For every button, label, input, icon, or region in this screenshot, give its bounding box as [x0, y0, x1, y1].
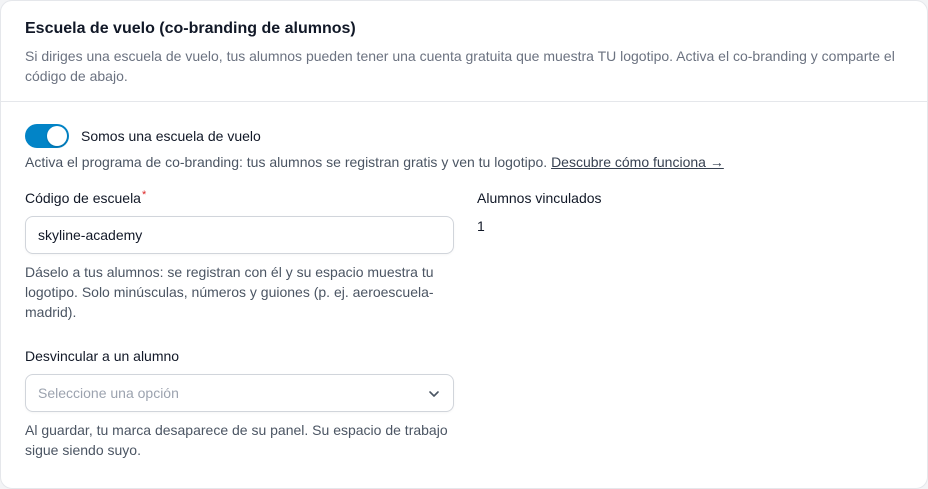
left-column: Código de escuela* Dáselo a tus alumnos:… — [25, 188, 454, 460]
unlink-student-select[interactable]: Seleccione una opción — [25, 374, 454, 412]
select-placeholder: Seleccione una opción — [38, 385, 179, 401]
school-code-label: Código de escuela* — [25, 188, 454, 208]
school-code-label-text: Código de escuela — [25, 190, 141, 206]
toggle-label: Somos una escuela de vuelo — [81, 128, 261, 144]
required-mark: * — [141, 189, 147, 201]
flight-school-toggle-row: Somos una escuela de vuelo — [25, 124, 903, 148]
right-column: Alumnos vinculados 1 — [477, 188, 877, 236]
linked-students-label: Alumnos vinculados — [477, 190, 602, 206]
section-title: Escuela de vuelo (co-branding de alumnos… — [25, 20, 356, 37]
flight-school-settings-card: Escuela de vuelo (co-branding de alumnos… — [0, 0, 928, 489]
toggle-help-text: Activa el programa de co-branding: tus a… — [25, 154, 548, 170]
chevron-down-icon — [429, 391, 439, 397]
unlink-student-help: Al guardar, tu marca desaparece de su pa… — [25, 422, 448, 458]
unlink-student-field: Desvincular a un alumno Seleccione una o… — [25, 346, 454, 460]
linked-students-count: 1 — [477, 218, 485, 234]
card-body: Somos una escuela de vuelo Activa el pro… — [1, 102, 927, 488]
toggle-help: Activa el programa de co-branding: tus a… — [25, 152, 903, 172]
card-header: Escuela de vuelo (co-branding de alumnos… — [1, 1, 927, 102]
learn-how-link[interactable]: Descubre cómo funciona → — [551, 154, 724, 170]
fields-columns: Código de escuela* Dáselo a tus alumnos:… — [25, 188, 903, 488]
flight-school-toggle[interactable] — [25, 124, 69, 148]
toggle-knob — [47, 126, 67, 146]
section-description: Si diriges una escuela de vuelo, tus alu… — [25, 48, 895, 84]
school-code-input[interactable] — [25, 216, 454, 254]
unlink-student-label: Desvincular a un alumno — [25, 348, 180, 364]
school-code-help: Dáselo a tus alumnos: se registran con é… — [25, 264, 434, 320]
school-code-field: Código de escuela* Dáselo a tus alumnos:… — [25, 188, 454, 322]
